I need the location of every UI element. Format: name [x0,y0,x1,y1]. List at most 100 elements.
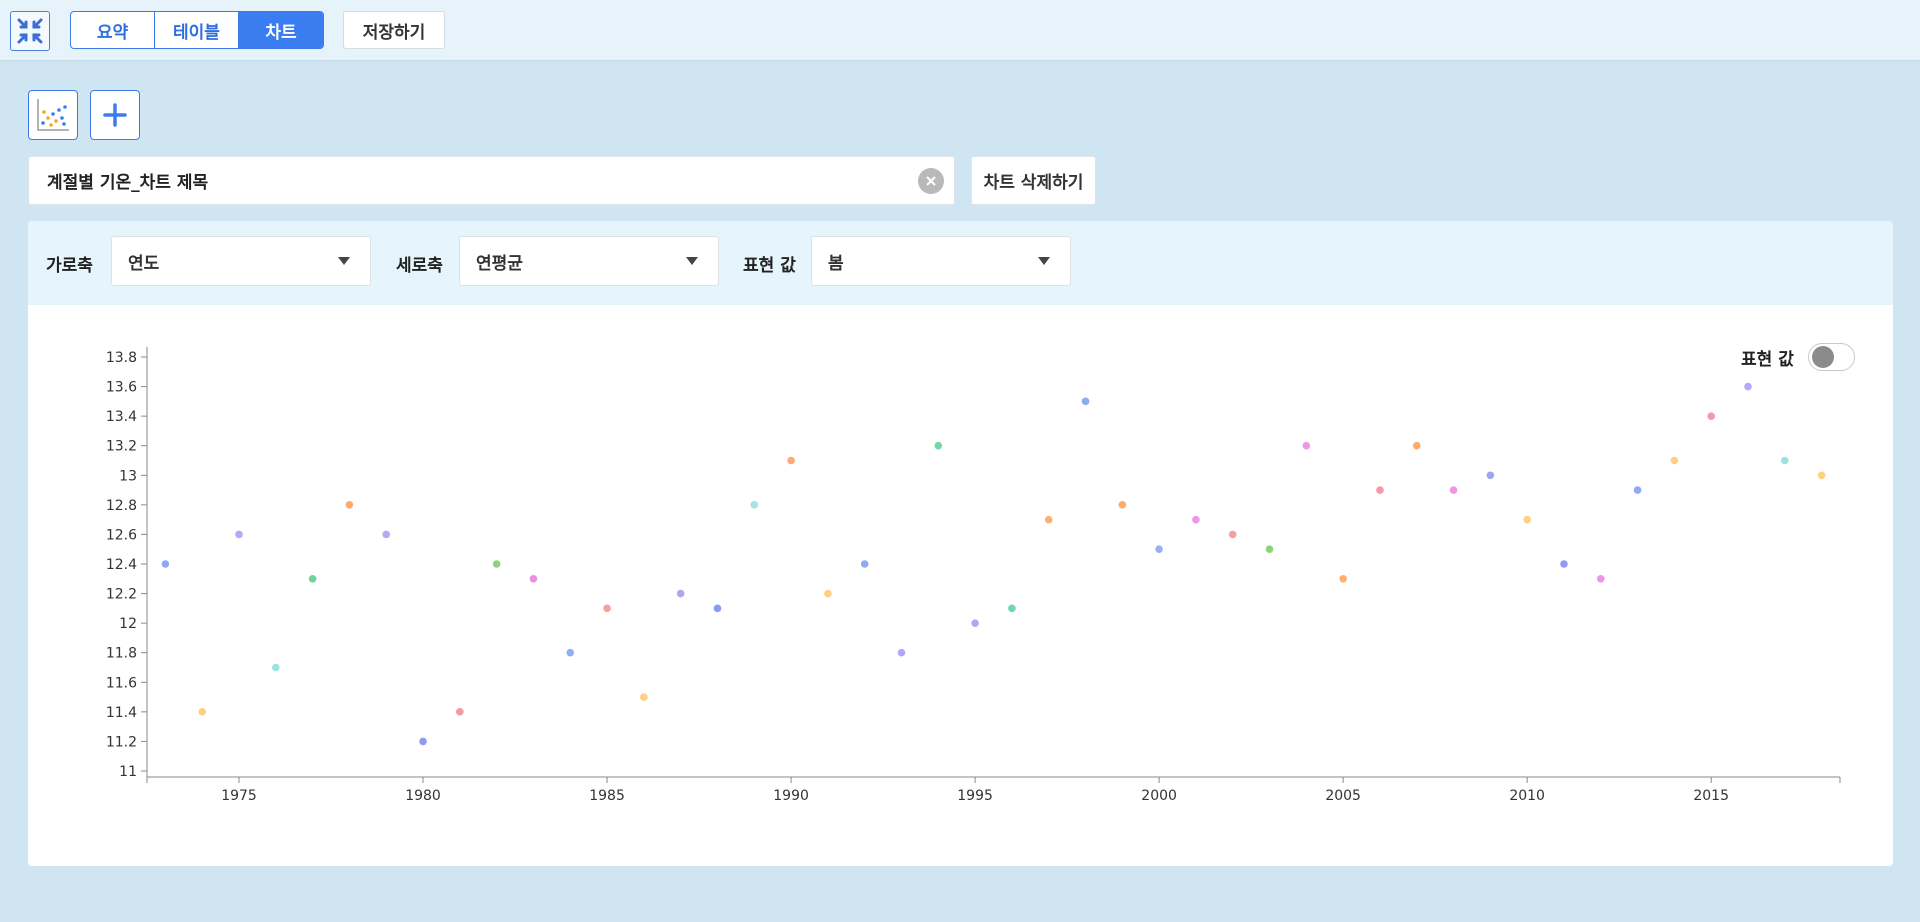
y-tick-label: 11.6 [106,675,137,691]
data-point [1008,604,1016,613]
y-tick-label: 13 [119,468,137,484]
save-button[interactable]: 저장하기 [343,11,445,49]
y-tick-label: 13.6 [106,380,137,396]
toggle-knob [1812,346,1834,368]
data-point [787,456,795,465]
data-point [272,663,280,672]
data-point [1302,441,1311,450]
data-point [1118,501,1127,509]
chevron-down-icon [686,257,698,265]
tab-table[interactable]: 테이블 [155,12,239,48]
data-point [603,604,611,613]
data-point [713,604,722,613]
data-point [640,693,648,701]
scatter-chart: 11 11.2 11.4 11.6 11.8 12 12.2 12.4 12.6 12.8 13 13… [106,347,1841,804]
y-tick-label: 11.4 [106,705,137,721]
display-value-label: 표현 값 [743,255,796,276]
data-point [1560,560,1568,568]
data-point [529,574,538,583]
x-axis-label: 가로축 [46,255,93,276]
scatter-chart-button[interactable] [28,90,78,140]
data-point [1707,412,1715,420]
data-point [897,648,906,657]
data-point [1412,441,1421,450]
y-axis-label: 세로축 [396,255,443,276]
display-value-select[interactable]: 봄 [811,236,1071,286]
x-tick-label: 2010 [1509,788,1545,804]
data-point [1486,471,1495,480]
data-point [492,560,501,568]
data-point [1155,545,1163,554]
chevron-down-icon [1038,257,1050,265]
data-point [566,648,575,657]
scatter-chart-icon [37,99,69,131]
legend-toggle-switch[interactable] [1808,343,1855,371]
delete-chart-button[interactable]: 차트 삭제하기 [971,156,1096,205]
data-point [1817,471,1826,480]
data-point [1228,530,1237,539]
data-point [235,530,243,539]
data-point [1449,486,1458,494]
y-axis-select[interactable]: 연평균 [459,236,719,286]
data-point [1376,486,1384,494]
data-point [382,530,391,539]
y-tick-label: 13.4 [106,409,137,425]
data-point [1265,545,1274,554]
close-icon [926,176,936,186]
data-point [1192,515,1200,524]
x-axis-select[interactable]: 연도 [111,236,371,286]
add-chart-button[interactable] [90,90,140,140]
y-tick-label: 12.8 [106,498,137,514]
collapse-arrows-icon [17,18,43,44]
data-point [676,589,685,598]
top-bar: 요약 테이블 차트 저장하기 [0,0,1920,61]
legend-toggle-label: 표현 값 [1741,349,1794,370]
view-tabs: 요약 테이블 차트 [70,11,324,49]
data-point [1339,574,1347,583]
plus-icon [103,103,127,127]
data-point [934,441,943,450]
y-tick-label: 13.2 [106,439,137,455]
data-point [1596,574,1605,583]
tab-chart[interactable]: 차트 [239,12,323,48]
data-point [345,501,354,509]
y-tick-label: 12 [119,616,137,632]
display-value-select-value: 봄 [828,253,844,274]
y-axis-select-value: 연평균 [476,253,523,274]
x-tick-label: 1980 [405,788,441,804]
data-point [456,708,464,716]
data-point [750,501,759,509]
data-point [198,708,207,716]
y-tick-label: 11 [119,764,137,780]
y-tick-label: 13.8 [106,350,137,366]
data-point [971,619,979,627]
chart-title-input[interactable] [47,157,907,204]
axis-filter-bar: 가로축 연도 세로축 연평균 표현 값 봄 [28,221,1893,305]
chart-panel: 가로축 연도 세로축 연평균 표현 값 봄 11 11.2 11.4 11.6 11.8… [28,221,1893,866]
tab-summary[interactable]: 요약 [71,12,155,48]
y-tick-label: 12.2 [106,587,137,603]
data-point [308,574,317,583]
data-point [1633,486,1642,494]
x-tick-label: 1990 [773,788,809,804]
x-tick-label: 2000 [1141,788,1177,804]
data-point [1780,456,1789,465]
data-point [824,589,832,598]
data-point [1523,515,1531,524]
data-point [1744,382,1752,391]
data-point [1670,456,1679,465]
y-tick-label: 11.2 [106,734,137,750]
collapse-button[interactable] [10,11,50,51]
chevron-down-icon [338,257,350,265]
x-tick-label: 1985 [589,788,625,804]
data-point [1081,397,1090,406]
chart-title-field [28,156,955,205]
clear-title-button[interactable] [918,168,944,194]
data-point [860,560,869,568]
x-tick-label: 2015 [1693,788,1729,804]
y-tick-label: 12.4 [106,557,137,573]
x-tick-label: 2005 [1325,788,1361,804]
y-tick-label: 12.6 [106,527,137,543]
x-axis-select-value: 연도 [128,253,160,274]
data-point [161,560,170,568]
